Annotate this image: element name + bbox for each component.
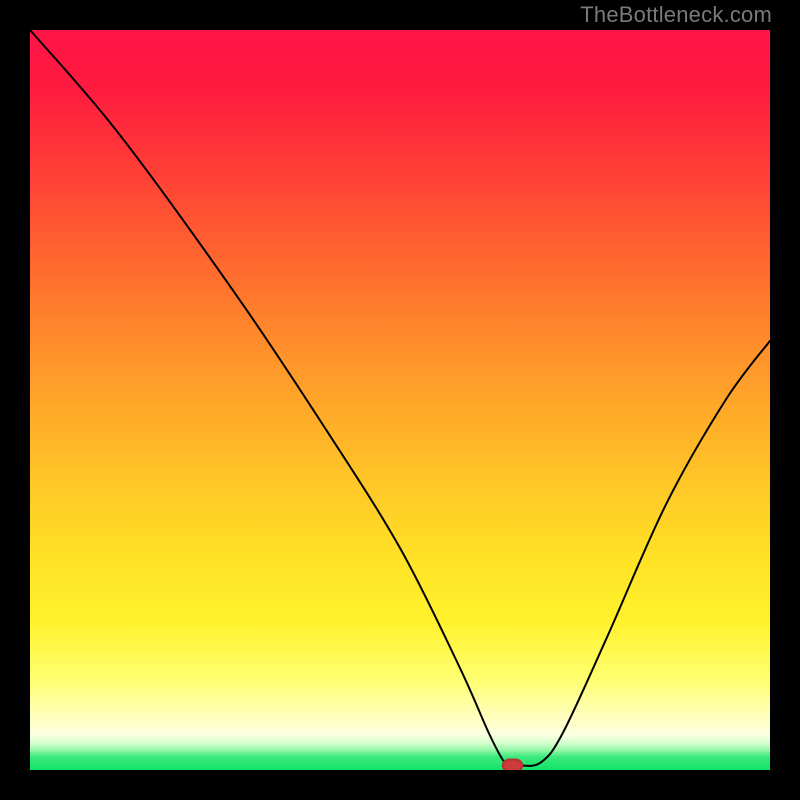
watermark-text: TheBottleneck.com	[580, 2, 772, 28]
plot-area	[30, 30, 770, 770]
bottleneck-curve-path	[30, 30, 770, 766]
chart-frame: TheBottleneck.com	[0, 0, 800, 800]
curve-layer	[30, 30, 770, 770]
optimal-marker	[503, 760, 522, 770]
